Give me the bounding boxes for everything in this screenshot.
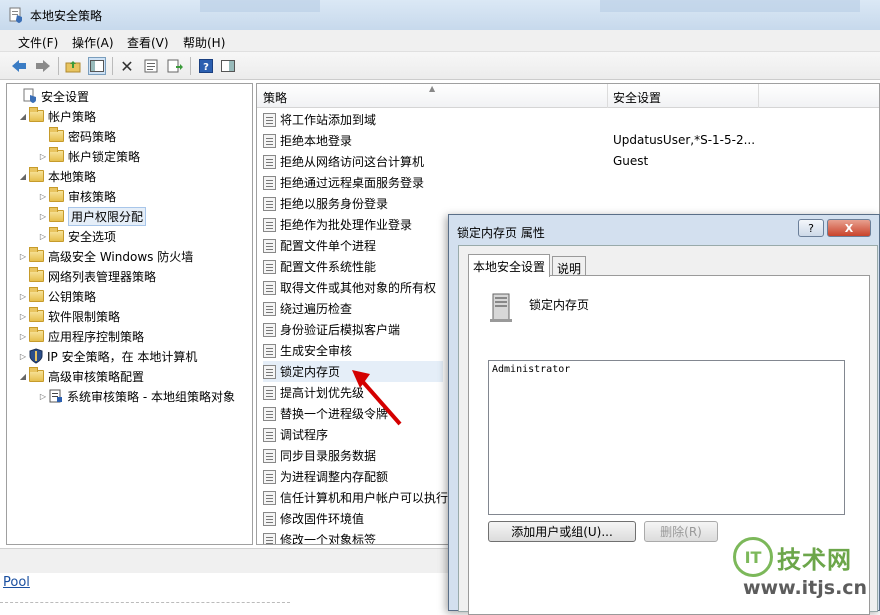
user-list-box[interactable]: Administrator: [488, 360, 845, 515]
watermark-badge: IT: [733, 537, 773, 577]
server-icon: [490, 293, 512, 322]
watermark-url: www.itjs.cn: [743, 577, 868, 599]
help-button[interactable]: ?: [798, 219, 824, 237]
tab-explain[interactable]: 说明: [552, 256, 587, 277]
user-item-administrator[interactable]: Administrator: [492, 364, 570, 375]
tab-local-security-setting[interactable]: 本地安全设置: [468, 254, 551, 277]
watermark-logo: IT 技术网 www.itjs.cn: [733, 537, 873, 605]
dialog-title: 锁定内存页 属性: [457, 226, 545, 240]
close-button[interactable]: X: [827, 219, 871, 237]
dashed-divider: [0, 602, 290, 603]
policy-name-label: 锁定内存页: [529, 298, 590, 312]
remove-button[interactable]: 删除(R): [644, 521, 718, 542]
pool-link[interactable]: Pool: [3, 575, 30, 590]
close-icon: X: [844, 221, 854, 235]
add-user-button[interactable]: 添加用户或组(U)...: [488, 521, 636, 542]
watermark-title: 技术网: [777, 546, 852, 574]
